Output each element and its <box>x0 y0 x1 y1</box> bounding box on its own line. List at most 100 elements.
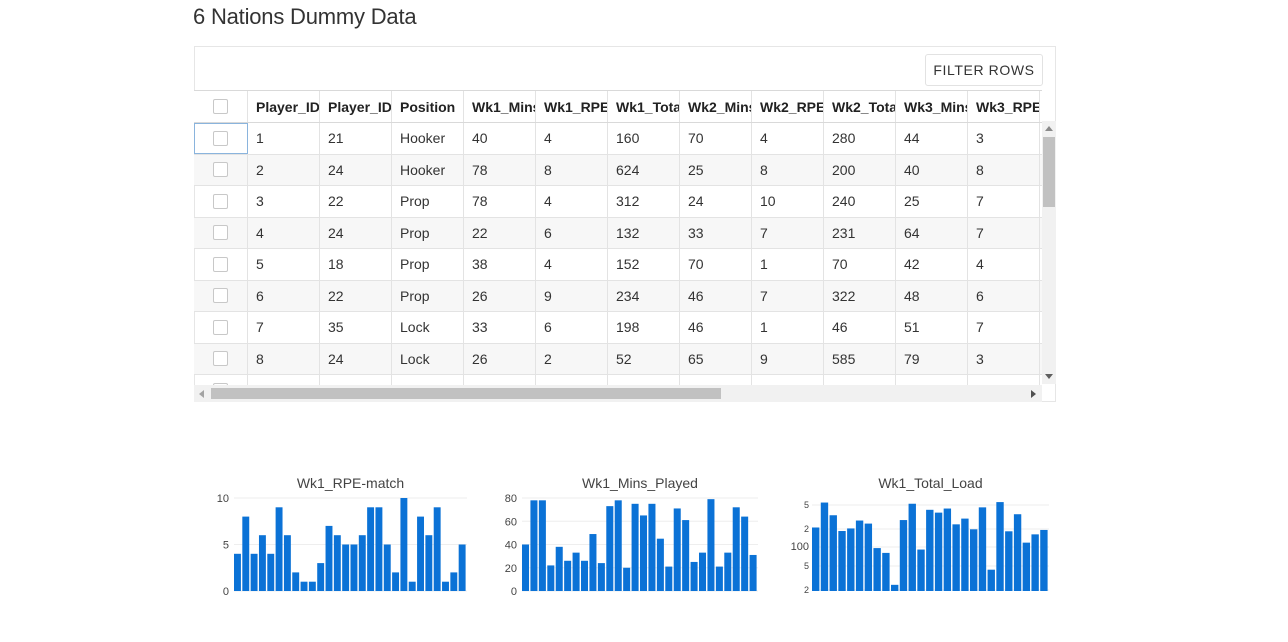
chart-bar <box>589 534 597 591</box>
row-select-cell[interactable] <box>194 343 248 374</box>
chart-bar <box>970 529 978 591</box>
row-select-cell[interactable] <box>194 123 248 154</box>
chart-bar <box>926 509 934 591</box>
column-header[interactable]: Wk1_Total <box>608 91 680 122</box>
table-cell: 4 <box>536 249 608 280</box>
chart-bar <box>934 512 943 591</box>
column-header[interactable]: Wk3_RPE <box>968 91 1040 122</box>
table-cell: Prop <box>392 186 464 217</box>
row-select-cell[interactable] <box>194 217 248 248</box>
table-cell: 42 <box>896 249 968 280</box>
filter-rows-button[interactable]: FILTER ROWS <box>925 54 1043 86</box>
table-row[interactable]: 1 21 Hooker 40 4 160 70 4 280 44 3 <box>194 123 1042 155</box>
row-select-cell[interactable] <box>194 249 248 280</box>
row-checkbox[interactable] <box>213 256 228 272</box>
row-select-cell[interactable] <box>194 280 248 311</box>
table-cell: 240 <box>824 186 896 217</box>
table-cell: 8 <box>968 154 1040 185</box>
table-cell: 25 <box>680 154 752 185</box>
chart-bar <box>258 535 266 591</box>
column-header[interactable]: Wk1_Mins <box>464 91 536 122</box>
y-tick-label: 0 <box>511 586 517 598</box>
column-header[interactable]: Wk2_Total <box>824 91 896 122</box>
table-cell: 7 <box>968 186 1040 217</box>
chart-bar <box>987 569 995 591</box>
y-tick-label: 5 <box>223 540 229 552</box>
table-row[interactable]: 3 22 Prop 78 4 312 24 10 240 25 7 <box>194 186 1042 218</box>
row-select-cell[interactable] <box>194 154 248 185</box>
chart-bar <box>425 535 433 591</box>
data-grid: Player_IDPlayer_ID_PositionWk1_MinsWk1_R… <box>194 90 1042 385</box>
row-checkbox[interactable] <box>213 162 228 178</box>
vertical-scroll-thumb[interactable] <box>1043 137 1055 207</box>
table-cell: 1 <box>752 312 824 343</box>
table-row[interactable]: 4 24 Prop 22 6 132 33 7 231 64 7 <box>194 217 1042 249</box>
table-row[interactable]: 2 24 Hooker 78 8 624 25 8 200 40 8 <box>194 154 1042 186</box>
chart-bar <box>648 503 656 591</box>
chart-wk1-total-load: Wk1_Total_Load 2 5 100 2 5 <box>780 470 1070 600</box>
scroll-down-icon[interactable] <box>1045 374 1053 379</box>
row-checkbox[interactable] <box>213 193 228 209</box>
row-checkbox[interactable] <box>213 288 228 304</box>
table-cell: 78 <box>464 154 536 185</box>
table-header-row: Player_IDPlayer_ID_PositionWk1_MinsWk1_R… <box>194 91 1042 123</box>
chart-bar <box>442 581 449 591</box>
row-checkbox[interactable] <box>213 225 228 241</box>
table-row[interactable]: 923Lock401402010200618 <box>194 375 1042 385</box>
chart-bar <box>1040 529 1048 591</box>
chart-bar <box>283 535 291 591</box>
chart-bar <box>350 544 358 591</box>
chart-title: Wk1_Total_Load <box>878 475 982 491</box>
scroll-right-icon[interactable] <box>1031 390 1036 398</box>
column-header[interactable]: Wk1_RPE <box>536 91 608 122</box>
y-tick-label: 60 <box>505 516 517 528</box>
column-header[interactable]: Player_ID <box>248 91 320 122</box>
vertical-scrollbar[interactable] <box>1042 121 1056 384</box>
table-cell: 7 <box>752 280 824 311</box>
chart-bar <box>749 554 757 591</box>
horizontal-scroll-thumb[interactable] <box>211 388 721 399</box>
scroll-left-icon[interactable] <box>199 390 204 398</box>
column-header[interactable]: Player_ID_ <box>320 91 392 122</box>
table-cell: 9 <box>248 375 320 385</box>
chart-bar <box>1031 534 1039 591</box>
table-cell: 3 <box>968 123 1040 154</box>
column-header[interactable]: Wk2_Mins <box>680 91 752 122</box>
row-select-cell[interactable] <box>194 186 248 217</box>
table-row[interactable]: 8 24 Lock 26 2 52 65 9 585 79 3 <box>194 343 1042 375</box>
horizontal-scrollbar[interactable] <box>194 385 1042 402</box>
table-cell: 6 <box>536 217 608 248</box>
chart-bar <box>961 518 969 591</box>
row-checkbox[interactable] <box>213 319 228 335</box>
column-header[interactable]: Wk2_RPE <box>752 91 824 122</box>
chart-bar <box>873 548 881 591</box>
table-cell: 70 <box>680 249 752 280</box>
table-row[interactable]: 7 35 Lock 33 6 198 46 1 46 51 7 <box>194 312 1042 344</box>
table-cell: 40 <box>464 375 536 385</box>
column-header[interactable]: Wk3_Mins <box>896 91 968 122</box>
row-checkbox[interactable] <box>213 130 228 146</box>
table-row[interactable]: 6 22 Prop 26 9 234 46 7 322 48 6 <box>194 280 1042 312</box>
table-cell: Lock <box>392 312 464 343</box>
chart-bar <box>882 552 890 591</box>
table-row[interactable]: 5 18 Prop 38 4 152 70 1 70 42 4 <box>194 249 1042 281</box>
table-cell: 23 <box>320 375 392 385</box>
select-all-cell[interactable] <box>194 91 248 122</box>
table-cell: 24 <box>320 217 392 248</box>
chart-wk1-mins: Wk1_Mins_Played 0 20 40 60 80 <box>490 470 780 600</box>
select-all-checkbox[interactable] <box>213 99 228 114</box>
table-cell: 24 <box>320 154 392 185</box>
table-cell: 48 <box>896 280 968 311</box>
row-select-cell[interactable] <box>194 375 248 385</box>
chart-bar <box>547 565 555 591</box>
chart-bar <box>300 581 308 591</box>
row-select-cell[interactable] <box>194 312 248 343</box>
row-checkbox[interactable] <box>213 351 228 367</box>
scroll-up-icon[interactable] <box>1045 126 1053 131</box>
table-cell: 6 <box>248 280 320 311</box>
table-cell: 10 <box>752 186 824 217</box>
chart-bar <box>317 563 325 591</box>
chart-bar <box>250 553 258 591</box>
chart-bar <box>358 535 366 591</box>
column-header[interactable]: Position <box>392 91 464 122</box>
